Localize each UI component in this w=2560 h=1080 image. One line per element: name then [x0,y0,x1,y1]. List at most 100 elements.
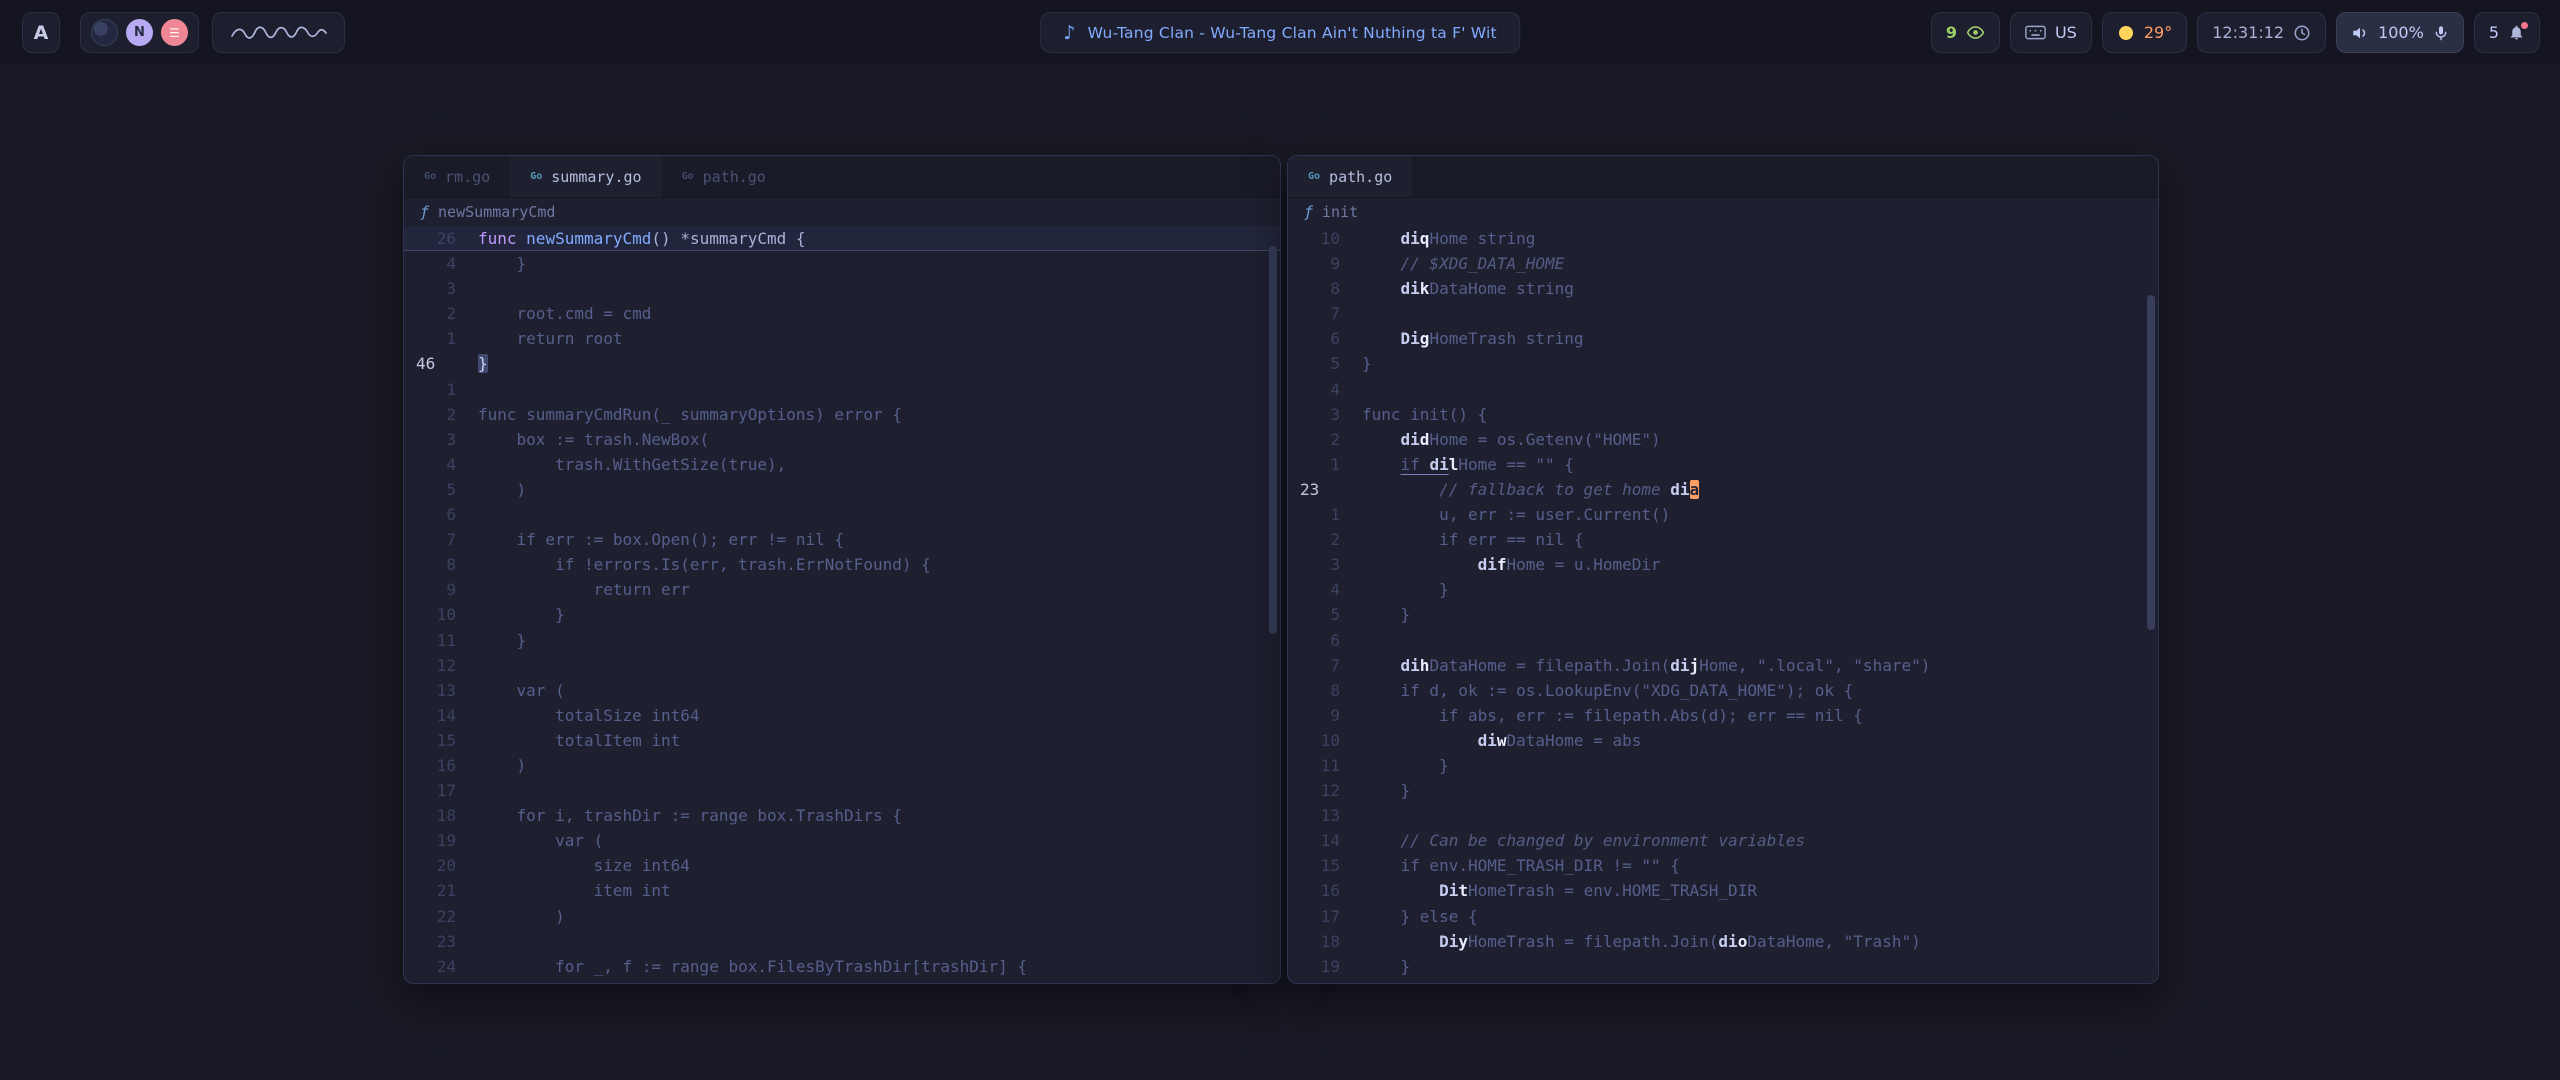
code-text: box := trash.NewBox( [456,427,709,452]
code-line: 2 didHome = os.Getenv("HOME") [1288,427,2158,452]
speaker-icon [2351,24,2369,42]
clock-icon [2293,24,2311,42]
code-line: 14 // Can be changed by environment vari… [1288,828,2158,853]
notification-badge-dot [2521,22,2528,29]
tab-rm.go[interactable]: Gorm.go [404,156,510,197]
code-line: 4 [1288,377,2158,402]
browser-app-icon[interactable] [91,19,118,46]
code-text: } [1340,778,1410,803]
code-line: 2 if err == nil { [1288,527,2158,552]
code-text: // Can be changed by environment variabl… [1340,828,1805,853]
code-line: 1 if dilHome == "" { [1288,452,2158,477]
scrollbar-left[interactable] [1269,246,1277,634]
line-number: 25 [404,979,456,984]
code-line: 4 } [404,251,1280,276]
code-line: 4 trash.WithGetSize(true), [404,452,1280,477]
launcher-button[interactable]: A [22,12,60,53]
top-bar: A N ☰ ♪ Wu-Tang Clan - Wu-Tang Clan Ain'… [0,0,2560,64]
code-text: } [1340,351,1372,376]
clock-pill[interactable]: 12:31:12 [2197,12,2326,53]
code-text: // $XDG_DATA_HOME [1340,251,1564,276]
code-line: 15 totalItem int [404,728,1280,753]
tab-path.go[interactable]: Gopath.go [1288,156,1412,197]
code-line: 11 } [404,628,1280,653]
line-number: 9 [404,577,456,602]
code-text: ) [456,904,565,929]
code-line: 20 size int64 [404,853,1280,878]
code-text: ) [456,753,526,778]
temperature-value: 29° [2144,23,2172,42]
line-number: 19 [404,828,456,853]
code-text: u, err := user.Current() [1340,502,1670,527]
line-number: 18 [404,803,456,828]
code-line: 12 [404,653,1280,678]
media-player-pill[interactable]: ♪ Wu-Tang Clan - Wu-Tang Clan Ain't Nuth… [1040,12,1520,53]
code-line: 10 diqHome string [1288,226,2158,251]
code-line: 8 if d, ok := os.LookupEnv("XDG_DATA_HOM… [1288,678,2158,703]
code-line: 9 return err [404,577,1280,602]
line-number: 12 [1288,778,1340,803]
code-line: 17 } else { [1288,904,2158,929]
code-line: 2 root.cmd = cmd [404,301,1280,326]
breadcrumb-right: ƒ init [1288,198,2158,226]
line-number: 11 [404,628,456,653]
tab-summary.go[interactable]: Gosummary.go [510,156,661,197]
code-text: dikDataHome string [1340,276,1574,301]
code-text: func init() { [1340,402,1487,427]
line-number: 4 [1288,577,1340,602]
line-number: 2 [404,301,456,326]
line-number: 26 [404,226,456,250]
line-number: 23 [404,929,456,954]
code-text: trash.WithGetSize(true), [456,452,786,477]
sun-icon [2117,24,2135,42]
code-text: totalItem int [456,728,680,753]
eye-counter-pill[interactable]: 9 [1931,12,2000,53]
tab-path.go[interactable]: Gopath.go [662,156,786,197]
code-line: 5} [1288,351,2158,376]
code-text: } [1340,577,1449,602]
line-number: 20 [1288,979,1340,984]
code-text: } [456,351,488,376]
notification-count: 5 [2489,23,2499,42]
code-line: 6 DigHomeTrash string [1288,326,2158,351]
launcher-label: A [34,22,49,44]
code-text: func summaryCmdRun(_ summaryOptions) err… [456,402,902,427]
code-text: if env.HOME_TRASH_DIR != "" { [1340,853,1680,878]
notifications-pill[interactable]: 5 [2474,12,2540,53]
line-number: 9 [1288,703,1340,728]
document-app-icon[interactable]: ☰ [161,19,188,46]
code-text [456,929,478,954]
window-title-pill[interactable] [212,12,345,53]
notes-app-icon[interactable]: N [126,19,153,46]
code-text: return err [456,577,690,602]
line-number: 24 [404,954,456,979]
line-number: 2 [1288,427,1340,452]
code-line: 3 difHome = u.HomeDir [1288,552,2158,577]
scrollbar-right[interactable] [2147,295,2155,630]
code-line: 16 ) [404,753,1280,778]
line-number: 21 [404,878,456,903]
function-icon: ƒ [1304,203,1313,221]
code-text: didHome = os.Getenv("HOME") [1340,427,1661,452]
code-text: totalSize int64 [456,703,700,728]
code-text: diwDataHome = abs [1340,728,1641,753]
line-number: 20 [404,853,456,878]
weather-pill[interactable]: 29° [2102,12,2187,53]
keyboard-layout-pill[interactable]: US [2010,12,2092,53]
code-line: 23 [404,929,1280,954]
line-number: 5 [404,477,456,502]
line-number: 13 [404,678,456,703]
line-number: 3 [404,427,456,452]
line-number: 8 [1288,678,1340,703]
code-text: DitHomeTrash = env.HOME_TRASH_DIR [1340,878,1757,903]
code-area-left[interactable]: 26func newSummaryCmd() *summaryCmd {4 }3… [404,226,1280,984]
code-area-right[interactable]: 10 diqHome string 9 // $XDG_DATA_HOME 8 di… [1288,226,2158,984]
code-text: size int64 [456,853,690,878]
code-text: item int [456,878,671,903]
line-number: 22 [404,904,456,929]
line-number: 7 [404,527,456,552]
code-line: 5 } [1288,602,2158,627]
line-number: 3 [1288,552,1340,577]
line-number: 2 [404,402,456,427]
volume-pill[interactable]: 100% [2336,12,2464,53]
